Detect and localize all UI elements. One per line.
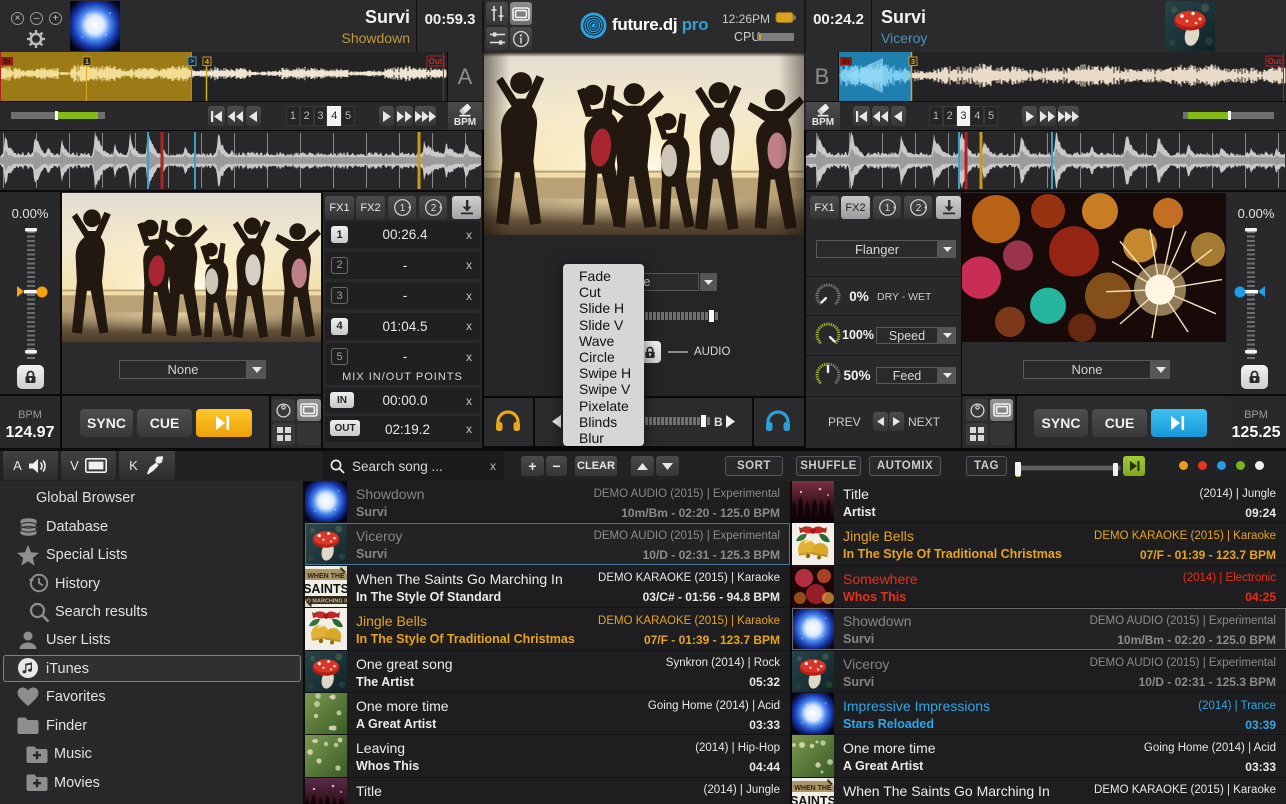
svg-text:WHEN THE: WHEN THE: [307, 573, 345, 580]
svg-text:In: In: [842, 57, 849, 66]
svg-text:GO MARCHING IN: GO MARCHING IN: [305, 599, 347, 605]
svg-text:2: 2: [915, 203, 921, 214]
svg-text:1: 1: [399, 203, 405, 214]
svg-text:In: In: [3, 57, 10, 66]
svg-text:Out: Out: [429, 57, 443, 66]
svg-text:SAINTS: SAINTS: [792, 794, 834, 804]
svg-text:SAINTS: SAINTS: [305, 582, 347, 596]
svg-text:2: 2: [430, 203, 436, 214]
svg-text:>: >: [190, 59, 194, 66]
svg-text:3: 3: [911, 57, 915, 66]
svg-text:1: 1: [884, 203, 890, 214]
svg-text:1: 1: [85, 57, 89, 66]
svg-text:WHEN THE: WHEN THE: [794, 785, 832, 792]
svg-text:Out: Out: [1268, 57, 1282, 66]
